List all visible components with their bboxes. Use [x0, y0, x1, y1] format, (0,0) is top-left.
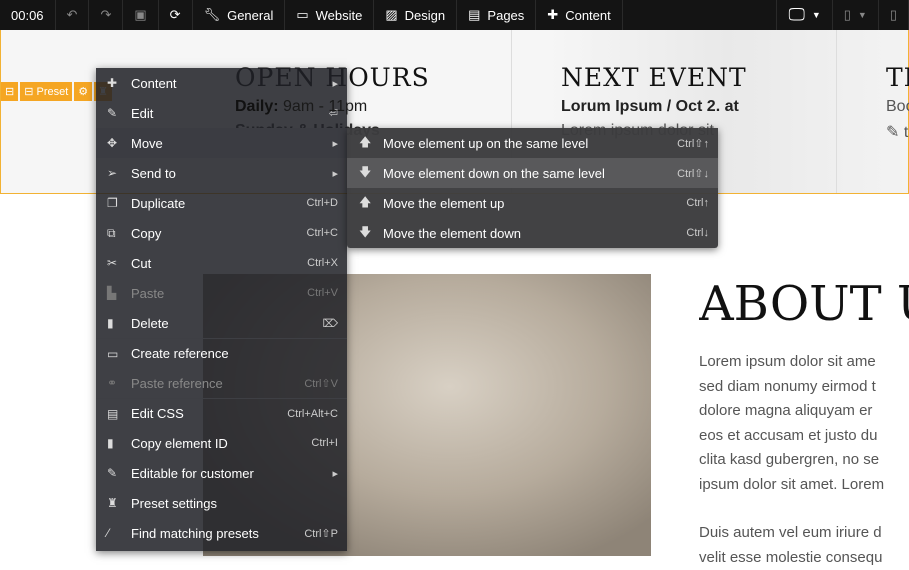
redo-icon[interactable]: ↷ [89, 0, 124, 30]
chain-icon: ⚭ [107, 376, 118, 390]
toolbar-website[interactable]: ▭ Website [285, 0, 375, 30]
third-column: TI Boo ✎ t [836, 30, 909, 193]
menu-item-edit-css[interactable]: ▤ Edit CSS Ctrl+Alt+C [96, 399, 347, 428]
shortcut: ▸ [332, 137, 338, 150]
shortcut: Ctrl+V [307, 287, 338, 299]
menu-item-content[interactable]: ✚ Content ▸ [96, 68, 347, 98]
desktop-view-button[interactable]: 🖵︎ ▼ [776, 0, 833, 30]
puzzle-icon: ♜ [107, 496, 118, 510]
about-paragraph-2: Duis autem vel eum iriure d velit esse m… [699, 524, 883, 566]
toolbar-pages[interactable]: ▤ Pages [457, 0, 537, 30]
pencil-icon: ✎ [107, 106, 118, 120]
copy-icon: ⧉ [107, 225, 116, 240]
menu-item-find-matching-presets[interactable]: ⁄ Find matching presets Ctrl⇧P [96, 518, 347, 548]
arrow-down-icon: 🡇 [359, 164, 372, 179]
menu-item-editable-for-customer[interactable]: ✎ Editable for customer ▸ [96, 458, 347, 488]
refresh-icon[interactable]: ⟳ [159, 0, 193, 30]
tablet-icon: ▯ [843, 7, 851, 22]
menu-item-create-reference[interactable]: ▭ Create reference [96, 339, 347, 368]
column-title: TI [886, 63, 909, 92]
shortcut: ▸ [332, 77, 338, 90]
desktop-icon: 🖵︎ [788, 5, 805, 24]
chevron-down-icon: ▼ [857, 10, 867, 20]
toolbar-design[interactable]: ▨ Design [374, 0, 458, 30]
trash-icon: ▮ [107, 316, 114, 330]
shortcut: Ctrl+Alt+C [287, 407, 338, 420]
save-icon[interactable]: ▣ [123, 0, 159, 30]
magic-wand-icon: ⁄ [107, 526, 110, 540]
menu-item-duplicate[interactable]: ❐ Duplicate Ctrl+D [96, 188, 347, 218]
preset-button[interactable]: ⊟ Preset [20, 82, 73, 101]
css-icon: ▤ [107, 406, 119, 421]
about-title: ABOUT U [699, 276, 909, 332]
edit-box-icon: ✎ [107, 466, 118, 480]
menu-item-cut[interactable]: ✂ Cut Ctrl+X [96, 248, 347, 278]
element-type-icon[interactable]: ⊟ [1, 82, 19, 101]
shortcut: Ctrl+D [306, 197, 338, 209]
image-icon: ▨ [385, 7, 398, 22]
move-icon: ✥ [107, 136, 118, 150]
undo-icon[interactable]: ↶ [56, 0, 90, 30]
menu-item-delete[interactable]: ▮ Delete ⌦ [96, 308, 347, 338]
mobile-icon: ▯ [889, 7, 897, 22]
shortcut: Ctrl+C [306, 227, 338, 239]
shortcut: Ctrl⇧P [304, 527, 338, 540]
document-icon: ▮ [107, 436, 114, 450]
plus-icon: ✚ [107, 76, 118, 90]
menu-item-move-the-element-up[interactable]: 🡅 Move the element up Ctrl↑ [347, 188, 718, 218]
paste-icon: ▙ [107, 286, 117, 300]
shortcut: Ctrl+X [307, 257, 338, 269]
file-icon: ▤ [468, 7, 481, 22]
move-submenu: 🡅 Move element up on the same level Ctrl⇧↑… [347, 128, 718, 248]
shortcut: ⌦ [322, 317, 338, 330]
shortcut: Ctrl⇧V [304, 377, 338, 390]
plus-icon: ✚ [547, 7, 559, 22]
arrow-up-icon: 🡅 [359, 134, 372, 149]
context-menu: ✚ Content ▸ ✎ Edit ⏎ ✥ Move ▸ ➢ Send to ▸ ❐ Duplicate… [96, 68, 347, 551]
monitor-icon: ▭ [296, 7, 309, 22]
menu-item-paste-reference[interactable]: ⚭ Paste reference Ctrl⇧V [96, 368, 347, 398]
menu-item-move-element-down-on-the-same-level[interactable]: 🡇 Move element down on the same level Ctrl… [347, 158, 718, 188]
shortcut: ⏎ [328, 107, 338, 120]
duplicate-icon: ❐ [107, 196, 118, 210]
menu-item-preset-settings[interactable]: ♜ Preset settings [96, 488, 347, 518]
gear-icon[interactable]: ⚙ [74, 82, 93, 101]
top-toolbar: 00:06 ↶ ↷ ▣ ⟳ 🔧︎ General ▭ Website ▨ Design… [0, 0, 909, 30]
about-section: ABOUT U Lorem ipsum dolor sit ame sed di… [699, 276, 909, 570]
toolbar-content[interactable]: ✚ Content [536, 0, 623, 30]
timer: 00:06 [0, 0, 56, 30]
shortcut: ▸ [332, 467, 338, 480]
about-paragraph-1: Lorem ipsum dolor sit ame sed diam nonum… [699, 353, 885, 493]
arrow-up-icon: 🡅 [359, 194, 372, 209]
shortcut: ▸ [332, 167, 338, 180]
menu-item-copy-element-id[interactable]: ▮ Copy element ID Ctrl+I [96, 428, 347, 458]
menu-item-move[interactable]: ✥ Move ▸ [96, 128, 347, 158]
shortcut: Ctrl↑ [686, 197, 709, 209]
ticket-icon: ✎ [886, 124, 900, 141]
menu-item-send-to[interactable]: ➢ Send to ▸ [96, 158, 347, 188]
link-icon: ▭ [107, 346, 119, 361]
shortcut: Ctrl⇧↑ [677, 137, 709, 150]
menu-item-edit[interactable]: ✎ Edit ⏎ [96, 98, 347, 128]
tablet-view-button[interactable]: ▯ ▼ [833, 0, 879, 30]
arrow-down-icon: 🡇 [359, 224, 372, 239]
toolbar-general[interactable]: 🔧︎ General [193, 0, 286, 30]
shortcut: Ctrl⇧↓ [677, 167, 709, 180]
paper-plane-icon: ➢ [107, 166, 118, 180]
scissors-icon: ✂ [107, 256, 118, 270]
wrench-icon: 🔧︎ [203, 7, 221, 22]
menu-item-copy[interactable]: ⧉ Copy Ctrl+C [96, 218, 347, 248]
menu-item-move-the-element-down[interactable]: 🡇 Move the element down Ctrl↓ [347, 218, 718, 248]
menu-item-paste[interactable]: ▙ Paste Ctrl+V [96, 278, 347, 308]
column-title: NEXT EVENT [561, 63, 747, 92]
shortcut: Ctrl+I [311, 437, 338, 449]
shortcut: Ctrl↓ [686, 227, 709, 239]
chevron-down-icon: ▼ [811, 10, 821, 20]
mobile-view-button[interactable]: ▯ [879, 0, 909, 30]
menu-item-move-element-up-on-the-same-level[interactable]: 🡅 Move element up on the same level Ctrl⇧↑ [347, 128, 718, 158]
